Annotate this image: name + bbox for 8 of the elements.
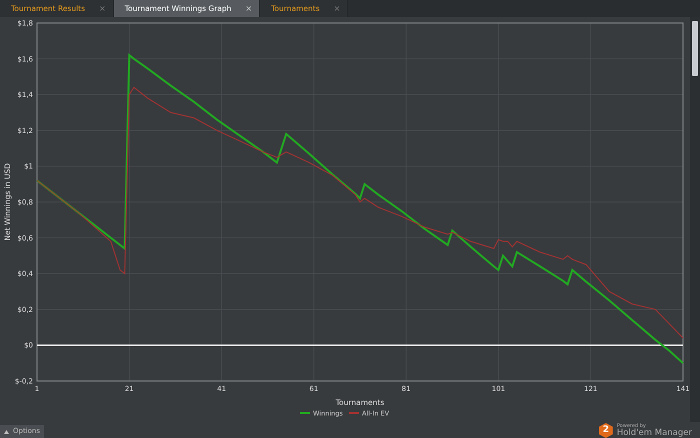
close-icon[interactable]: × bbox=[245, 4, 252, 13]
close-icon[interactable]: × bbox=[334, 4, 340, 13]
scrollbar[interactable] bbox=[690, 17, 700, 422]
close-icon[interactable]: × bbox=[99, 4, 106, 13]
logo-badge: 2 bbox=[598, 423, 613, 438]
scrollbar-thumb[interactable] bbox=[692, 21, 698, 76]
caret-icon bbox=[4, 430, 9, 434]
logo-name: Hold'em Manager bbox=[616, 429, 692, 438]
